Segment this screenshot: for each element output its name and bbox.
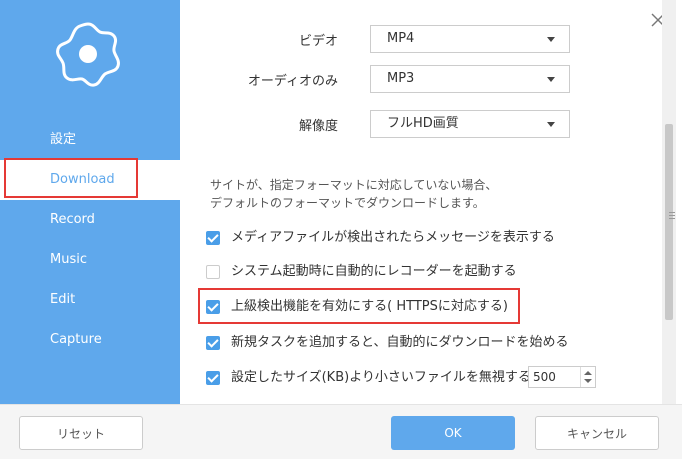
option-label: 設定したサイズ(KB)より小さいファイルを無視する <box>231 370 531 385</box>
sidebar-item-label: 設定 <box>50 132 77 147</box>
reset-button[interactable]: リセット <box>19 416 143 450</box>
sidebar-item-music[interactable]: Music <box>0 240 180 280</box>
grip-line <box>669 215 675 216</box>
checkbox-checked[interactable] <box>206 336 220 350</box>
sidebar-item-settings[interactable]: 設定 <box>0 120 180 160</box>
stepper-up-icon[interactable] <box>584 371 592 375</box>
sidebar-item-edit[interactable]: Edit <box>0 280 180 320</box>
stepper-buttons <box>580 367 595 387</box>
description-line: デフォルトのフォーマットでダウンロードします。 <box>210 196 485 210</box>
sidebar: 設定 Download Record Music Edit Capture <box>0 0 180 404</box>
fallback-description: サイトが、指定フォーマットに対応していない場合、 デフォルトのフォーマットでダウ… <box>210 176 540 212</box>
stepper-down-icon[interactable] <box>584 379 592 383</box>
audio-format-select[interactable]: MP3 <box>370 65 570 93</box>
sidebar-item-capture[interactable]: Capture <box>0 320 180 360</box>
sidebar-item-label: Record <box>50 212 95 227</box>
checkbox-checked[interactable] <box>206 371 220 385</box>
video-format-value: MP4 <box>387 31 415 46</box>
sidebar-item-record[interactable]: Record <box>0 200 180 240</box>
resolution-select[interactable]: フルHD画質 <box>370 110 570 138</box>
audio-format-value: MP3 <box>387 71 415 86</box>
highlight-box-download <box>4 158 138 198</box>
video-format-select[interactable]: MP4 <box>370 25 570 53</box>
audio-format-label: オーディオのみ <box>247 74 338 89</box>
scrollbar[interactable] <box>662 0 676 404</box>
checkbox-unchecked[interactable] <box>206 265 220 279</box>
resolution-label: 解像度 <box>298 119 338 134</box>
scroll-thumb[interactable] <box>665 124 675 320</box>
chevron-down-icon <box>547 77 555 82</box>
ok-button[interactable]: OK <box>391 416 515 450</box>
highlight-box-advanced-detection <box>198 288 520 324</box>
grip-line <box>669 212 675 213</box>
chevron-down-icon <box>547 122 555 127</box>
option-label: 新規タスクを追加すると、自動的にダウンロードを始める <box>231 335 569 350</box>
sidebar-item-label: Capture <box>50 332 102 347</box>
checkbox-checked[interactable] <box>206 231 220 245</box>
sidebar-item-label: Music <box>50 252 87 267</box>
option-label: メディアファイルが検出されたらメッセージを表示する <box>231 230 555 245</box>
description-line: サイトが、指定フォーマットに対応していない場合、 <box>210 178 498 192</box>
sidebar-item-label: Edit <box>50 292 76 307</box>
grip-line <box>669 218 675 219</box>
app-logo-icon <box>56 22 120 87</box>
chevron-down-icon <box>547 37 555 42</box>
resolution-value: フルHD画質 <box>387 116 459 131</box>
min-size-stepper[interactable]: 500 <box>528 366 596 388</box>
cancel-button[interactable]: キャンセル <box>535 416 659 450</box>
min-size-value: 500 <box>533 370 556 384</box>
video-format-label: ビデオ <box>298 34 338 49</box>
option-label: システム起動時に自動的にレコーダーを起動する <box>231 264 517 279</box>
